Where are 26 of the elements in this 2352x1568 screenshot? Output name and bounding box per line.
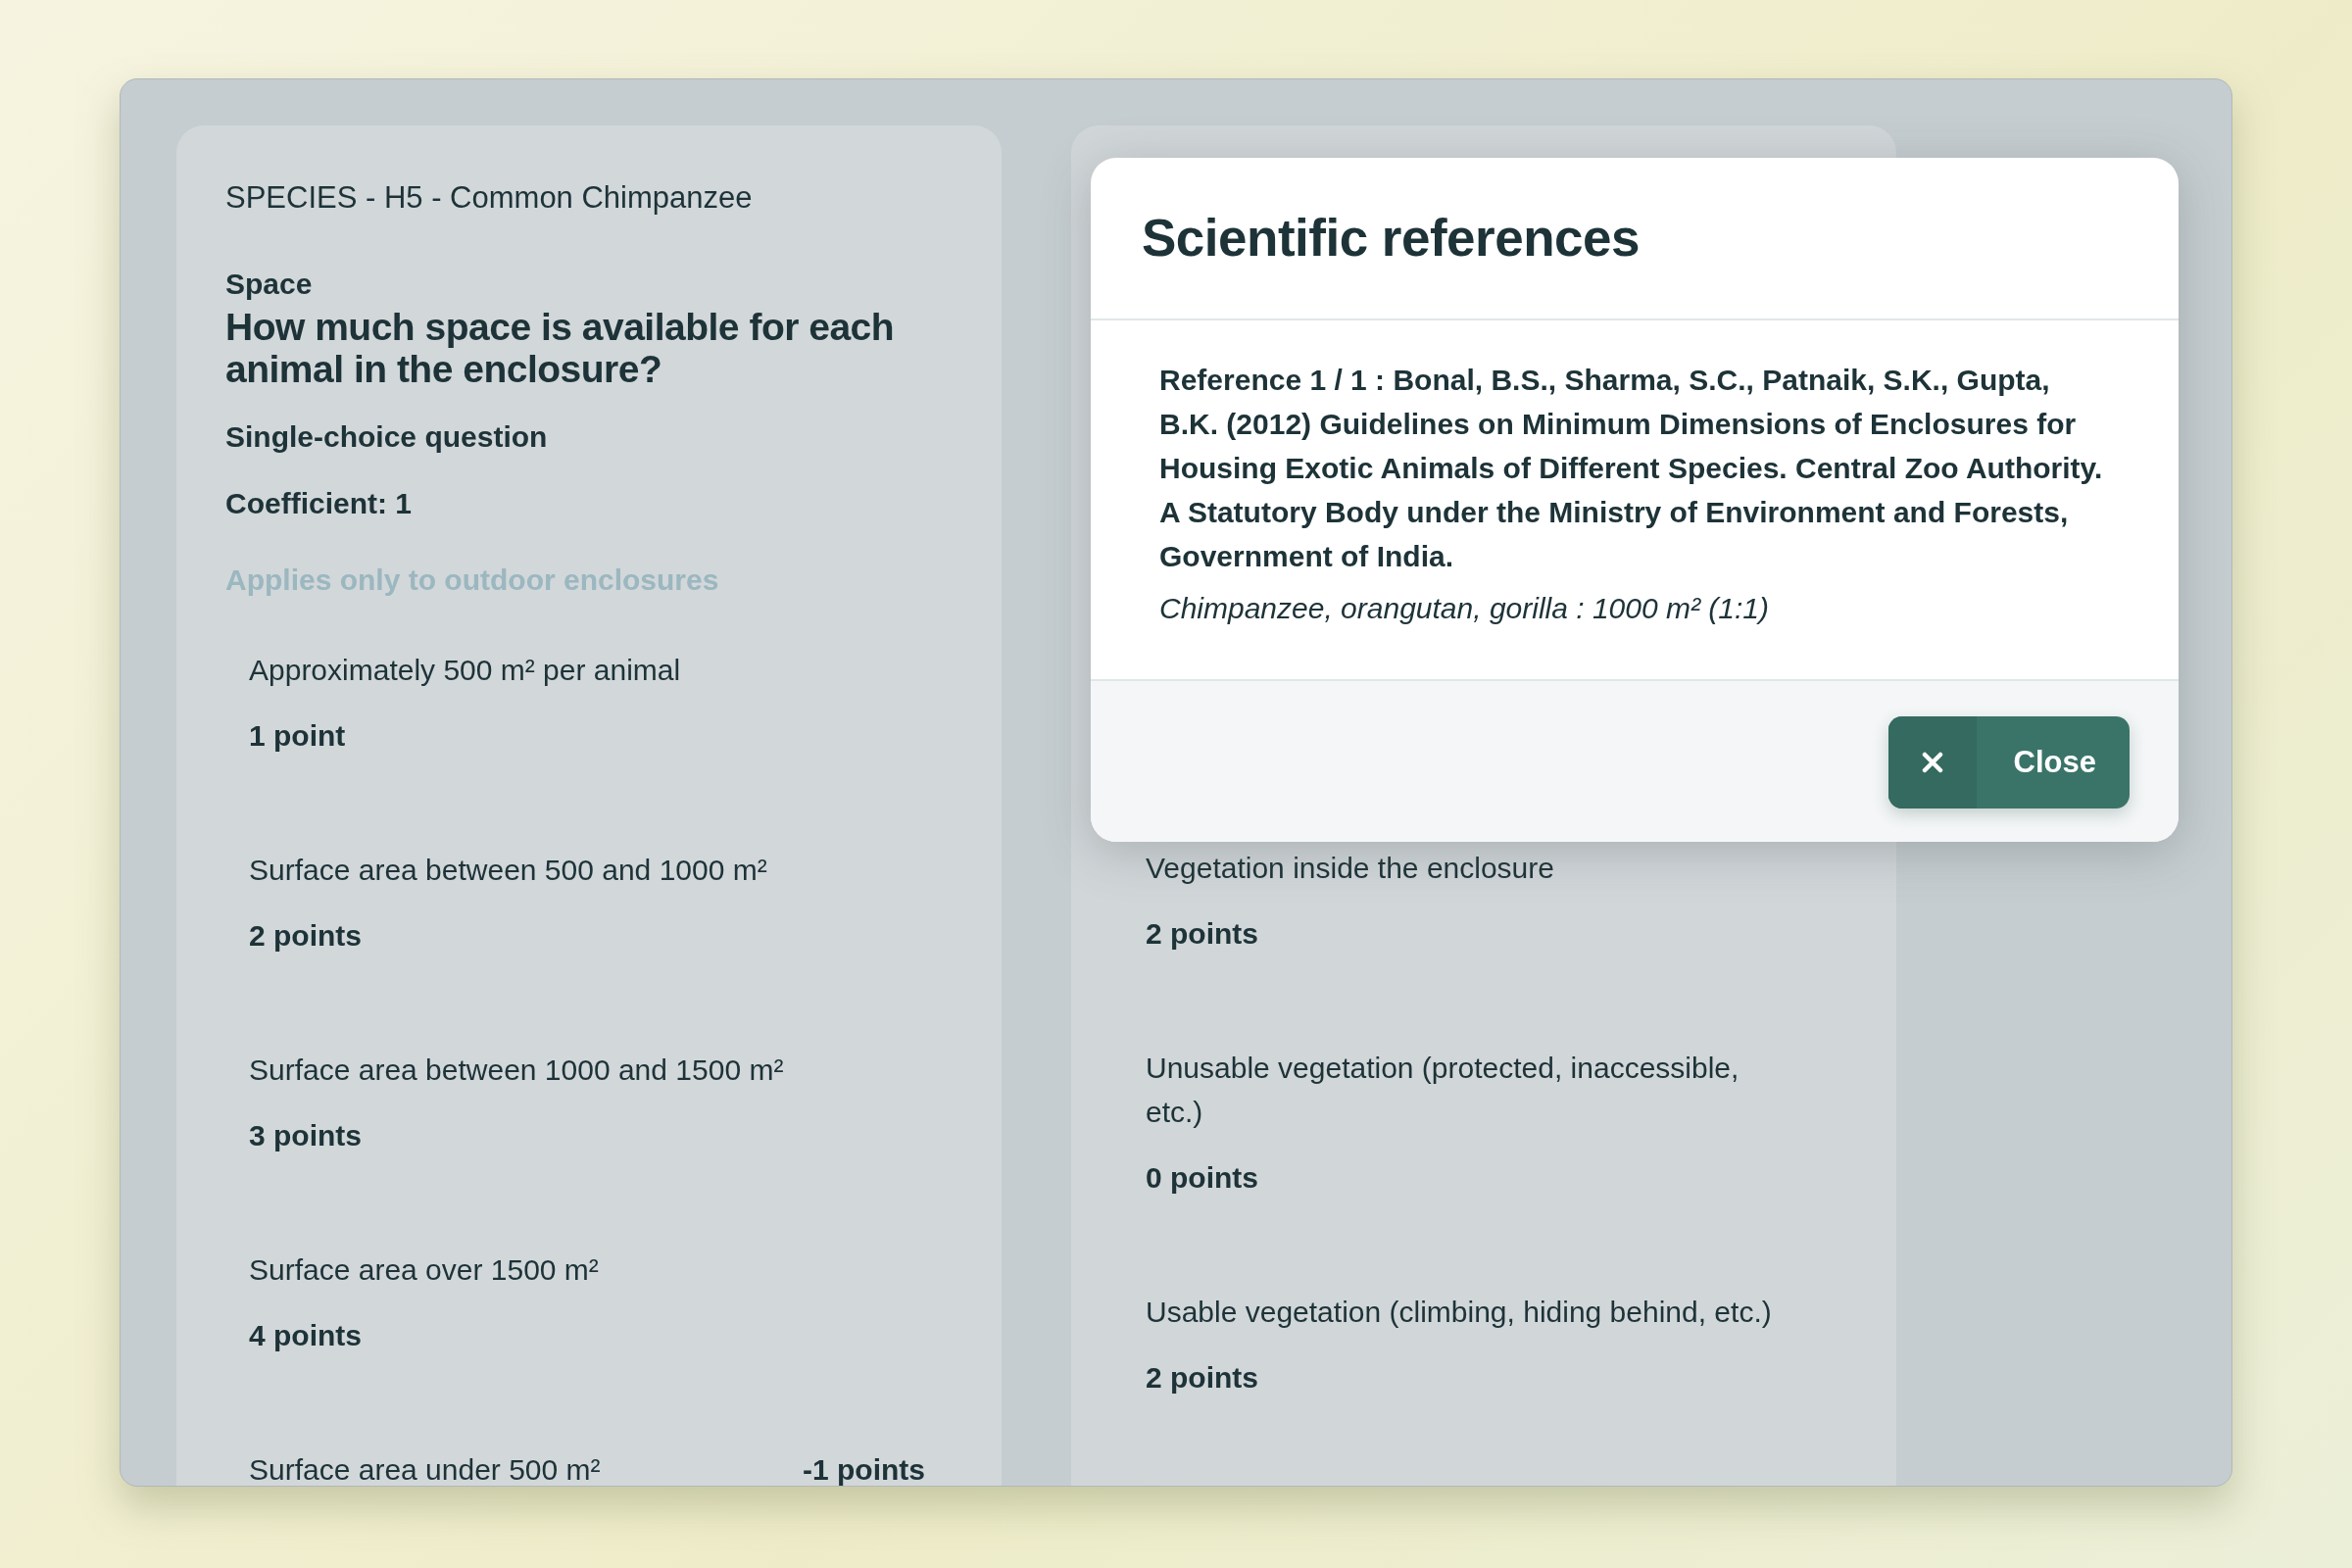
reference-text: Reference 1 / 1 : Bonal, B.S., Sharma, S.C., Patnaik, S.K., Gupta, B.K. (2012) Guidelines on Minimum Dimensions of Enclosures for Housing Exotic Animals of Different Species. Central Zoo Authority. A Statutory Body under the Ministry of Environment and Forests, Government of India. xyxy=(1159,362,2104,574)
option-points: 0 points xyxy=(1146,1160,1258,1196)
option-points: -1 points xyxy=(803,1452,925,1486)
option-label: Approximately 500 m² per animal xyxy=(249,653,681,689)
option-label: Surface area between 1000 and 1500 m² xyxy=(249,1053,784,1089)
question-type: Single-choice question xyxy=(225,419,549,456)
option-label: Surface area over 1500 m² xyxy=(249,1252,599,1289)
option-points: 1 point xyxy=(249,718,346,755)
reference-note: Chimpanzee, orangutan, gorilla : 1000 m² (1:1) xyxy=(1159,590,1770,626)
species-title: SPECIES - H5 - Common Chimpanzee xyxy=(225,179,754,217)
option-label: Usable vegetation (climbing, hiding behind, etc.) xyxy=(1146,1295,1772,1330)
option-points: 2 points xyxy=(1146,1360,1258,1396)
option-points: 4 points xyxy=(249,1318,362,1354)
option-points: 3 points xyxy=(249,1118,362,1154)
option-label: Surface area between 500 and 1000 m² xyxy=(249,853,767,889)
question-title: How much space is available for each animal in the enclosure? xyxy=(225,307,896,392)
option-label: Surface area under 500 m² xyxy=(249,1452,601,1486)
option-points: 2 points xyxy=(1146,916,1258,952)
dialog-title: Scientific references xyxy=(1142,208,1641,269)
category-label: Space xyxy=(225,267,314,303)
option-label: Unusable vegetation (protected, inaccessible, etc.) xyxy=(1146,1051,1740,1130)
close-icon xyxy=(1921,751,1943,773)
option-label: Vegetation inside the enclosure xyxy=(1146,851,1554,886)
close-button[interactable]: Close xyxy=(1887,715,2130,808)
option-points: 2 points xyxy=(249,918,362,955)
coefficient-label: Coefficient: 1 xyxy=(225,486,414,522)
